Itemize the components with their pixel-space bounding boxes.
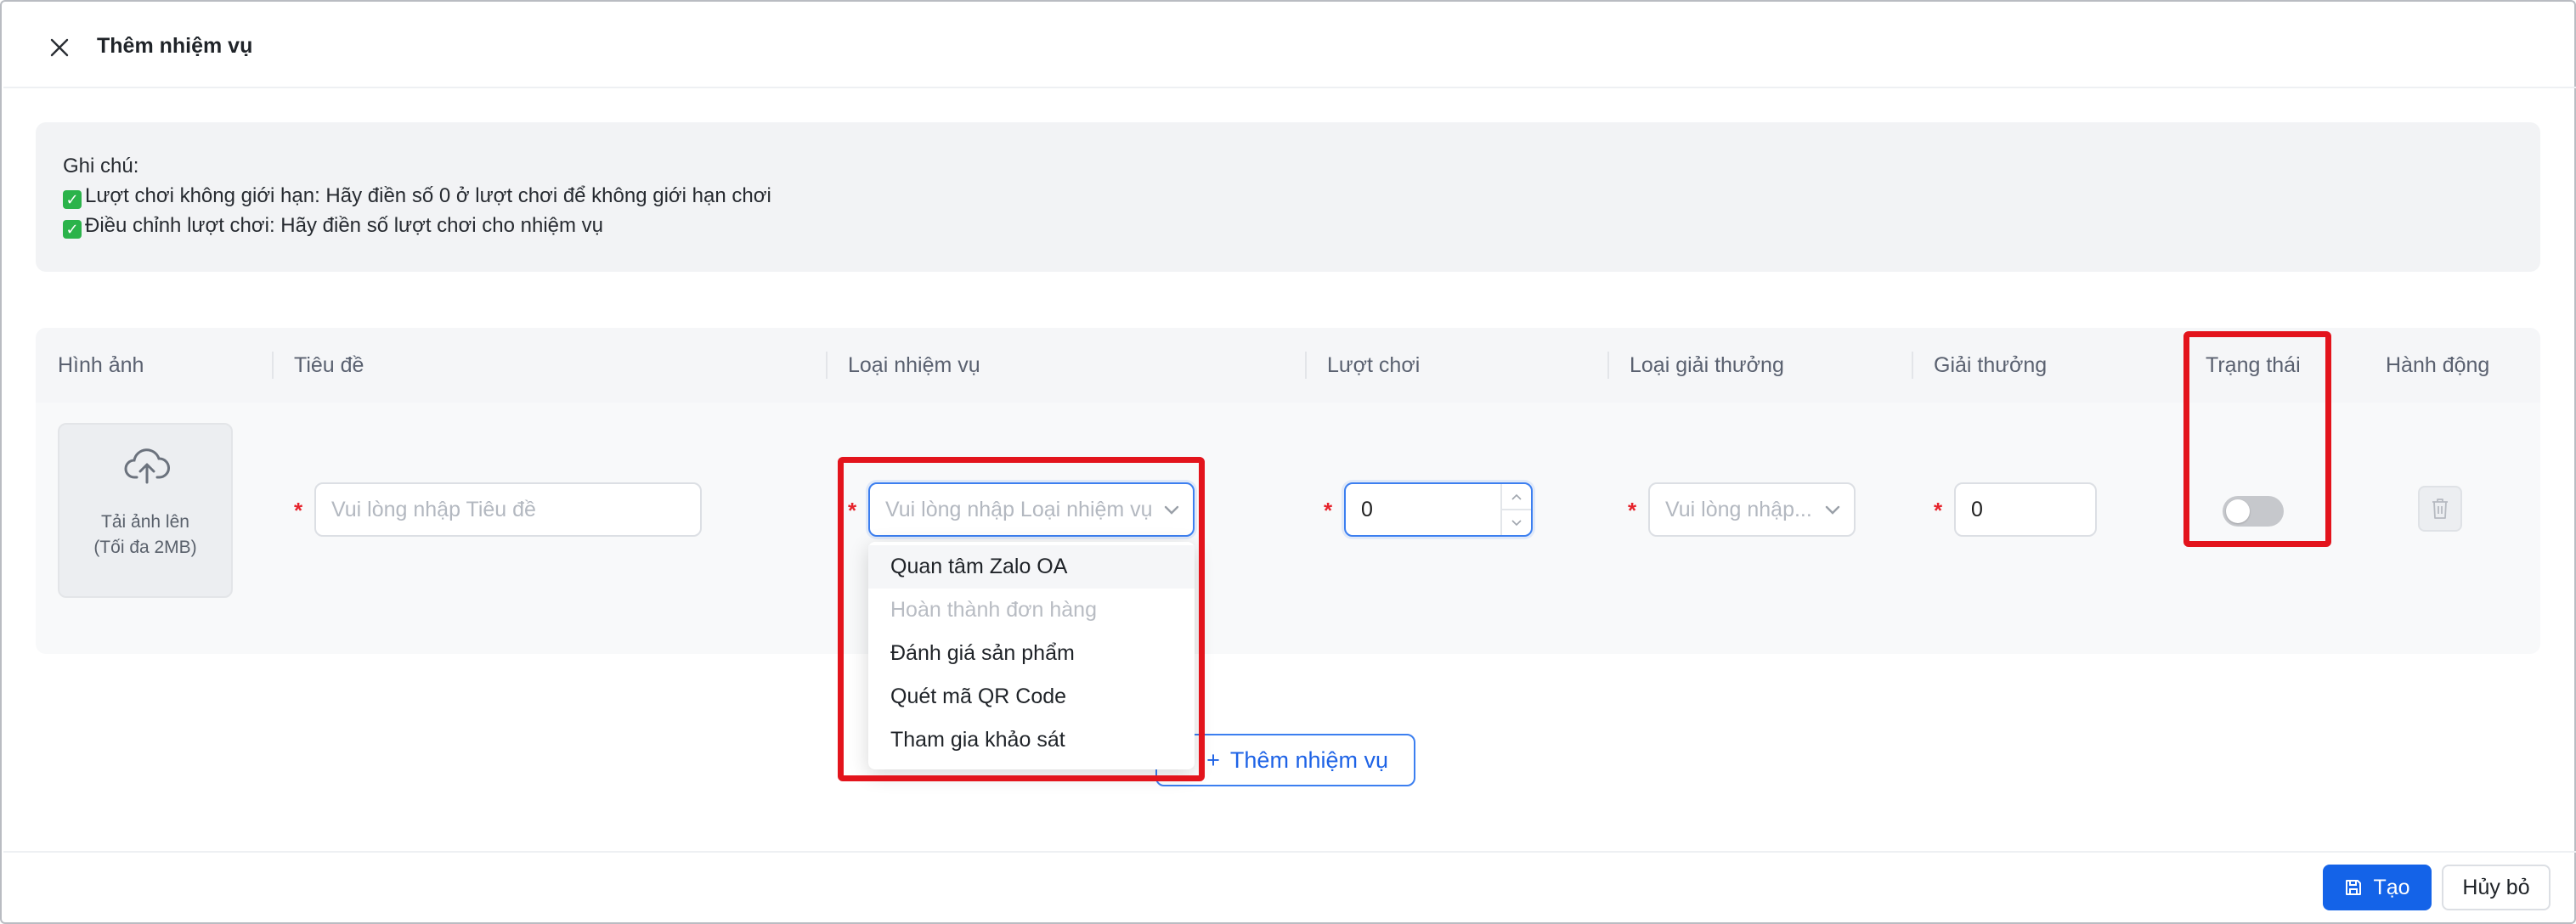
note-box: Ghi chú: ✓ Lượt chơi không giới hạn: Hãy …: [36, 122, 2540, 272]
close-button[interactable]: [44, 32, 75, 63]
reward-type-select[interactable]: Vui lòng nhập...: [1648, 482, 1856, 537]
check-icon: ✓: [63, 190, 82, 209]
status-toggle[interactable]: [2223, 496, 2284, 527]
create-label: Tạo: [2373, 875, 2410, 899]
number-stepper[interactable]: [1500, 484, 1531, 535]
modal-footer: [3, 851, 2576, 924]
column-header-reward-type: Loại giải thưởng: [1630, 353, 1784, 377]
required-mark: *: [1934, 498, 1943, 523]
dropdown-option[interactable]: Quét mã QR Code: [868, 675, 1195, 718]
check-icon: ✓: [63, 220, 82, 239]
task-type-dropdown: Quan tâm Zalo OA Hoàn thành đơn hàng Đán…: [868, 542, 1195, 769]
dropdown-option: Hoàn thành đơn hàng: [890, 598, 1097, 622]
chevron-down-icon: [1825, 505, 1840, 515]
chevron-down-icon: [1164, 505, 1179, 515]
toggle-knob: [2226, 499, 2250, 523]
required-mark: *: [1324, 498, 1333, 523]
plays-input[interactable]: 0: [1344, 482, 1533, 537]
note-line: ✓ Lượt chơi không giới hạn: Hãy điền số 0…: [63, 181, 2513, 211]
note-line: ✓ Điều chỉnh lượt chơi: Hãy điền số lượt …: [63, 211, 2513, 240]
modal-header: Thêm nhiệm vụ: [3, 3, 2576, 88]
column-header-title: Tiêu đề: [294, 353, 364, 377]
upload-limit: (Tối đa 2MB): [93, 538, 197, 557]
plays-value: 0: [1361, 497, 1373, 521]
column-header-reward: Giải thưởng: [1934, 353, 2048, 377]
image-upload[interactable]: Tải ảnh lên (Tối đa 2MB): [58, 423, 233, 598]
upload-label: Tải ảnh lên: [101, 512, 189, 532]
cancel-button[interactable]: Hủy bỏ: [2442, 865, 2551, 910]
column-header-status: Trạng thái: [2206, 353, 2301, 377]
close-icon: [50, 38, 69, 57]
task-type-placeholder: Vui lòng nhập Loại nhiệm vụ: [885, 497, 1153, 521]
dropdown-option[interactable]: Tham gia khảo sát: [868, 718, 1195, 762]
dropdown-option[interactable]: Quan tâm Zalo OA: [868, 545, 1195, 589]
column-header-image: Hình ảnh: [58, 353, 144, 377]
delete-button[interactable]: [2418, 486, 2462, 532]
column-header-plays: Lượt chơi: [1327, 353, 1421, 377]
reward-type-placeholder: Vui lòng nhập...: [1665, 497, 1812, 521]
dropdown-option[interactable]: Đánh giá sản phẩm: [868, 632, 1195, 675]
required-mark: *: [1628, 498, 1637, 523]
stepper-down-icon[interactable]: [1502, 510, 1531, 535]
trash-icon: [2432, 499, 2448, 519]
task-type-select[interactable]: Vui lòng nhập Loại nhiệm vụ: [868, 482, 1195, 537]
modal-window: Thêm nhiệm vụ Ghi chú: ✓ Lượt chơi không …: [0, 0, 2576, 924]
add-task-label: Thêm nhiệm vụ: [1229, 747, 1388, 773]
required-mark: *: [294, 498, 303, 523]
title-input[interactable]: Vui lòng nhập Tiêu đề: [314, 482, 702, 537]
required-mark: *: [848, 498, 857, 523]
table-header: Hình ảnh Tiêu đề Loại nhiệm vụ Lượt chơi…: [36, 328, 2540, 403]
note-heading: Ghi chú:: [63, 155, 139, 177]
column-header-task-type: Loại nhiệm vụ: [848, 353, 980, 377]
create-button[interactable]: Tạo: [2323, 865, 2432, 910]
modal-title: Thêm nhiệm vụ: [97, 34, 253, 58]
stepper-up-icon[interactable]: [1502, 484, 1531, 510]
save-icon: [2346, 880, 2362, 895]
plus-icon: +: [1206, 747, 1220, 773]
column-header-actions: Hành động: [2386, 353, 2490, 377]
reward-input[interactable]: 0: [1954, 482, 2097, 537]
cloud-upload-icon: [124, 448, 170, 484]
